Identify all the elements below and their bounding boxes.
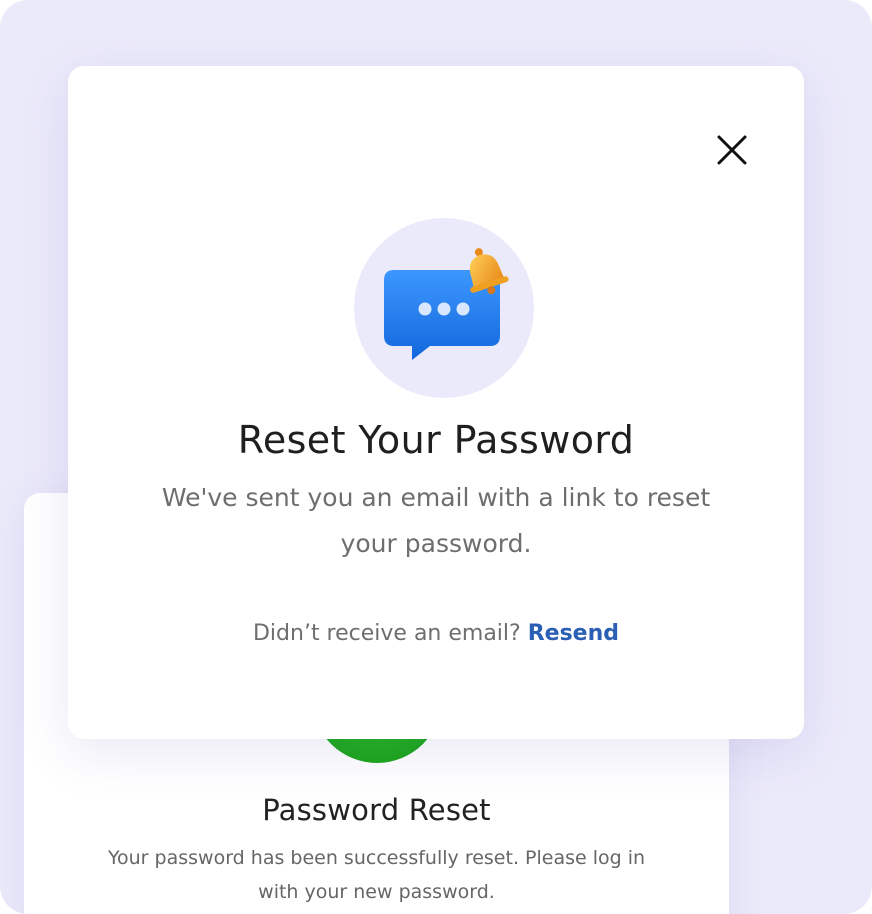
reset-password-modal: Reset Your Password We've sent you an em… bbox=[68, 66, 804, 739]
success-card-message: Your password has been successfully rese… bbox=[107, 847, 646, 903]
close-button[interactable] bbox=[712, 130, 752, 170]
modal-title: Reset Your Password bbox=[237, 418, 635, 462]
hero-illustration bbox=[354, 218, 534, 398]
modal-message: We've sent you an email with a link to r… bbox=[161, 483, 711, 558]
close-icon bbox=[717, 135, 747, 165]
resend-row: Didn’t receive an email? Resend bbox=[68, 621, 804, 646]
resend-prompt: Didn’t receive an email? bbox=[252, 621, 528, 646]
page-background: Password Reset Your password has been su… bbox=[0, 0, 872, 914]
chat-bubble-bell-icon bbox=[384, 248, 509, 360]
resend-link[interactable]: Resend bbox=[528, 621, 619, 646]
success-card-title: Password Reset bbox=[262, 793, 491, 827]
